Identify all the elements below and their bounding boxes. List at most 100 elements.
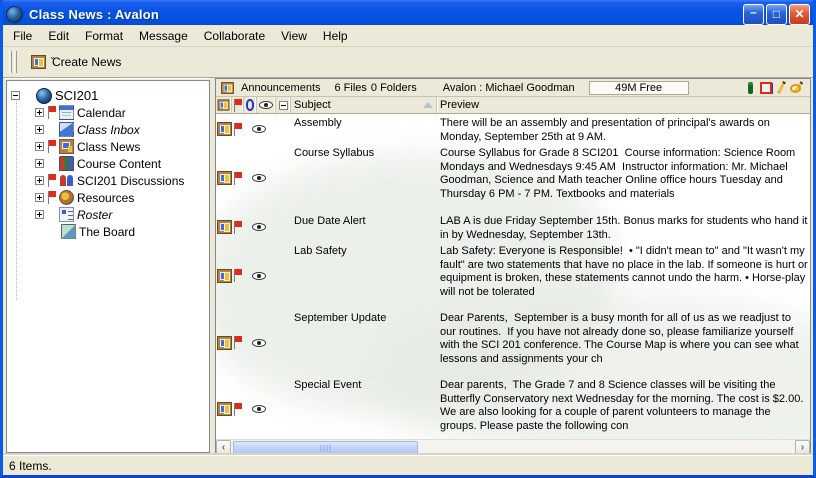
sidebar-item-resources[interactable]: Resources [7,189,209,206]
horizontal-scrollbar[interactable]: ‹ › [216,439,810,454]
globe-icon [36,88,52,104]
menu-format[interactable]: Format [77,26,131,46]
news-subject[interactable]: Course Syllabus [294,147,436,159]
item-icon-column[interactable] [216,97,232,113]
menu-message[interactable]: Message [131,26,196,46]
news-subject[interactable]: Due Date Alert [294,215,436,227]
flag-icon [47,174,56,187]
column-separator[interactable] [436,97,437,113]
read-status-column[interactable] [257,97,276,113]
tree-item-label: Class News [77,140,140,154]
news-row-course-syllabus[interactable]: Course Syllabus Course Syllabus for Grad… [216,144,810,212]
globe-icon [6,6,23,23]
sidebar-item-the-board[interactable]: The Board [7,223,209,240]
expand-box-icon[interactable] [35,108,44,117]
eye-icon[interactable] [252,125,266,133]
row-icons [217,402,266,416]
expand-box-icon[interactable] [35,193,44,202]
row-icons [217,122,266,136]
news-board-icon [217,269,232,283]
news-subject[interactable]: Special Event [294,379,436,391]
sidebar-item-class-inbox[interactable]: Class Inbox [7,121,209,138]
title-bar[interactable]: Class News : Avalon – □ ✕ [0,0,816,28]
tree-item-label: Roster [77,208,112,222]
scrollbar-grip-icon [320,445,331,452]
news-row-september-update[interactable]: September Update Dear Parents, September… [216,309,810,376]
sidebar-item-sci201-discussions[interactable]: SCI201 Discussions [7,172,209,189]
scroll-left-button[interactable]: ‹ [216,440,231,455]
folder-info-bar: Announcements 6 Files 0 Folders Avalon :… [216,79,810,97]
collapse-all-control[interactable] [276,97,291,113]
scroll-right-button[interactable]: › [795,440,810,455]
toolbar-grip[interactable] [9,51,12,73]
menu-collaborate[interactable]: Collaborate [196,26,273,46]
news-board-icon [218,99,230,110]
eye-icon[interactable] [252,272,266,280]
news-subject[interactable]: Lab Safety [294,245,436,257]
pencil-key-icon [790,81,804,94]
sidebar-item-course-content[interactable]: Course Content [7,155,209,172]
tree-item-sci201[interactable]: SCI201 [7,87,209,104]
close-button[interactable]: ✕ [789,4,810,25]
expand-box-icon[interactable] [35,125,44,134]
flag-icon [47,106,56,119]
sidebar-item-calendar[interactable]: Calendar [7,104,209,121]
person-icon [748,82,753,94]
status-bar: 6 Items. [3,455,813,475]
resources-icon [59,190,74,205]
scrollbar-thumb[interactable] [233,441,418,454]
news-list-pane: Announcements 6 Files 0 Folders Avalon :… [215,78,811,455]
maximize-button[interactable]: □ [766,4,787,25]
create-news-label: Create News [52,55,121,69]
news-subject[interactable]: Assembly [294,117,436,129]
paperclip-icon [246,99,254,111]
menu-view[interactable]: View [273,26,315,46]
app-window: Class News : Avalon – □ ✕ File Edit Form… [0,0,816,478]
news-row-special-event[interactable]: Special Event Dear parents, The Grade 7 … [216,376,810,439]
sidebar-item-roster[interactable]: Roster [7,206,209,223]
flag-icon [233,269,242,282]
eye-icon[interactable] [252,174,266,182]
menu-file[interactable]: File [5,26,40,46]
news-row-assembly[interactable]: Assembly There will be an assembly and p… [216,114,810,144]
preview-column-header[interactable]: Preview [440,99,479,111]
eye-icon[interactable] [252,223,266,231]
news-preview[interactable]: LAB A is due Friday September 15th. Bonu… [440,212,810,242]
news-subject[interactable]: September Update [294,312,436,324]
news-row-lab-safety[interactable]: Lab Safety Lab Safety: Everyone is Respo… [216,242,810,309]
expand-box-icon[interactable] [35,176,44,185]
expand-box-icon[interactable] [35,210,44,219]
news-preview[interactable]: Course Syllabus for Grade 8 SCI201 Cours… [440,144,810,201]
sidebar-item-class-news[interactable]: Class News [7,138,209,155]
news-preview[interactable]: There will be an assembly and presentati… [440,114,810,144]
news-board-icon [221,82,234,94]
subject-column-header[interactable]: Subject [294,99,331,111]
news-preview[interactable]: Lab Safety: Everyone is Responsible! • "… [440,242,810,299]
tree-item-label: Calendar [77,106,126,120]
pencil-icon [777,81,786,94]
menu-help[interactable]: Help [315,26,356,46]
tree-item-label: Resources [77,191,134,205]
news-board-icon [59,139,74,154]
menu-edit[interactable]: Edit [40,26,77,46]
flag-icon [233,403,242,416]
expand-box-icon[interactable] [35,142,44,151]
flag-column[interactable] [232,97,244,113]
news-row-due-date-alert[interactable]: Due Date Alert LAB A is due Friday Septe… [216,212,810,242]
status-text: 6 Items. [9,459,52,473]
flag-icon [47,140,56,153]
create-news-button[interactable]: ⌄ Create News [25,52,127,72]
eye-icon[interactable] [252,405,266,413]
eye-icon[interactable] [252,339,266,347]
attachment-column[interactable] [244,97,257,113]
news-preview[interactable]: Dear parents, The Grade 7 and 8 Science … [440,376,810,433]
expand-box-icon[interactable] [35,159,44,168]
collapse-box-icon[interactable] [11,91,20,100]
news-list: Assembly There will be an assembly and p… [216,114,810,439]
minimize-button[interactable]: – [743,4,764,25]
flag-icon [233,336,242,349]
content-area: SCI201 Calendar Class Inbox Class News [3,78,813,455]
files-count: 6 Files [335,82,367,94]
toolbar-grip2[interactable] [14,51,17,73]
news-preview[interactable]: Dear Parents, September is a busy month … [440,309,810,366]
